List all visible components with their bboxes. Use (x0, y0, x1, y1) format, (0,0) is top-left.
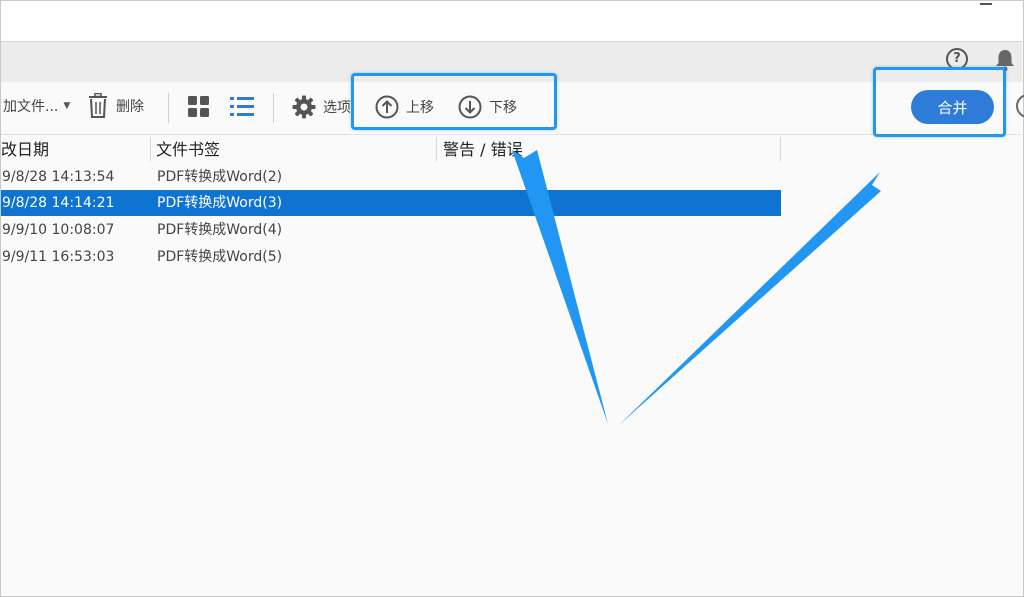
move-buttons-highlight (351, 73, 557, 130)
column-divider[interactable] (150, 137, 151, 161)
gear-icon (292, 95, 316, 119)
list-view-button[interactable] (230, 96, 254, 117)
add-files-label: 加文件... (3, 99, 59, 115)
column-divider[interactable] (436, 137, 437, 161)
cell-bookmark: PDF转换成Word(3) (157, 195, 283, 211)
table-row[interactable]: 9/9/11 16:53:03 PDF转换成Word(5) (1, 244, 781, 270)
grid-view-button[interactable] (188, 96, 209, 117)
merge-button-highlight (873, 67, 1006, 137)
toolbar-divider (168, 93, 169, 123)
options-label: 选项 (323, 100, 351, 116)
column-header-date[interactable]: 改日期 (1, 135, 49, 163)
grid-view-icon (188, 96, 209, 117)
cell-bookmark: PDF转换成Word(4) (157, 222, 283, 238)
column-header-bookmark[interactable]: 文件书签 (156, 135, 220, 163)
table-row[interactable]: 9/9/10 10:08:07 PDF转换成Word(4) (1, 217, 781, 243)
options-button[interactable]: 选项 (292, 95, 351, 119)
title-bar (1, 1, 1022, 41)
table-row-selected[interactable]: 9/8/28 14:14:21 PDF转换成Word(3) (1, 190, 781, 216)
minimize-button[interactable] (980, 3, 992, 5)
cell-date: 9/8/28 14:14:21 (2, 195, 115, 211)
table-row[interactable]: 9/8/28 14:13:54 PDF转换成Word(2) (1, 164, 781, 190)
cell-bookmark: PDF转换成Word(5) (157, 249, 283, 265)
list-view-icon (230, 97, 254, 116)
cell-date: 9/8/28 14:13:54 (2, 169, 115, 185)
delete-button[interactable]: 删除 (87, 93, 144, 119)
delete-label: 删除 (116, 99, 144, 115)
file-table-header: 改日期 文件书签 警告 / 错误 (1, 135, 781, 163)
toolbar-divider (273, 93, 274, 123)
cell-date: 9/9/10 10:08:07 (2, 222, 115, 238)
cell-bookmark: PDF转换成Word(2) (157, 169, 283, 185)
trash-icon (89, 93, 107, 118)
chevron-down-icon: ▼ (63, 101, 71, 111)
column-divider[interactable] (780, 137, 781, 161)
cell-date: 9/9/11 16:53:03 (2, 249, 115, 265)
add-files-button[interactable]: 加文件... ▼ (3, 96, 70, 116)
column-header-warnings[interactable]: 警告 / 错误 (443, 135, 523, 163)
